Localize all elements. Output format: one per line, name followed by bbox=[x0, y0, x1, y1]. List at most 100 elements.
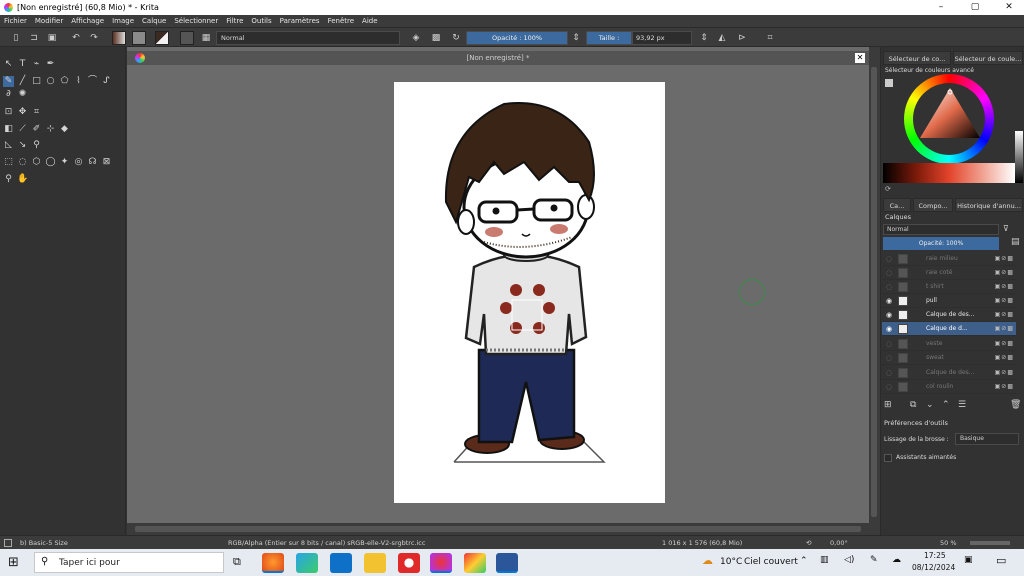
rect-select-icon[interactable]: ⬚ bbox=[3, 157, 14, 168]
size-value-field[interactable]: 93,92 px bbox=[632, 31, 692, 45]
color-history-strip[interactable] bbox=[883, 163, 1015, 183]
menu-fichier[interactable]: Fichier bbox=[0, 17, 31, 25]
polyline-tool-icon[interactable]: ⌇ bbox=[73, 76, 84, 87]
layer-lock-icons[interactable]: ▣⊘▩ bbox=[984, 380, 1014, 394]
zoom-tool-icon[interactable]: ⚲ bbox=[3, 174, 14, 185]
menu-filtre[interactable]: Filtre bbox=[222, 17, 247, 25]
paint-icon[interactable] bbox=[464, 553, 486, 573]
blend-mode-select[interactable]: Normal bbox=[216, 31, 400, 45]
file-explorer-icon[interactable] bbox=[364, 553, 386, 573]
measure-tool-icon[interactable]: ↘ bbox=[17, 140, 28, 151]
rotation-value[interactable]: 0,00° bbox=[830, 536, 848, 550]
gradient-swatch[interactable] bbox=[112, 31, 126, 45]
bezier-select-icon[interactable]: ☊ bbox=[87, 157, 98, 168]
crop-tool-icon[interactable]: ⌗ bbox=[31, 107, 42, 118]
pan-tool-icon[interactable]: ✋ bbox=[17, 174, 28, 185]
ellipse-tool-icon[interactable]: ○ bbox=[45, 76, 56, 87]
color-settings-icon[interactable] bbox=[885, 79, 893, 87]
menu-image[interactable]: Image bbox=[108, 17, 138, 25]
edit-shapes-icon[interactable]: ⌁ bbox=[31, 59, 42, 70]
magnetic-checkbox[interactable] bbox=[884, 454, 892, 462]
duplicate-layer-icon[interactable]: ⧉ bbox=[910, 400, 916, 410]
colorize-mask-icon[interactable]: ✐ bbox=[31, 124, 42, 135]
pen-icon[interactable]: ✎ bbox=[870, 555, 878, 565]
visibility-off-icon[interactable]: ◌ bbox=[885, 366, 893, 380]
layer-row-selected[interactable]: ◉ Calque de d... ▣⊘▩ bbox=[882, 322, 1016, 336]
tab-undo-history[interactable]: Historique d'annu... bbox=[955, 198, 1023, 212]
layer-row[interactable]: ◌ col roulin ▣⊘▩ bbox=[882, 380, 1016, 394]
move-tool-icon[interactable]: ✥ bbox=[17, 107, 28, 118]
opacity-slider[interactable]: Opacité : 100% bbox=[466, 31, 568, 45]
preserve-alpha-icon[interactable]: ▩ bbox=[430, 32, 442, 44]
size-stepper[interactable]: ⇕ bbox=[698, 32, 710, 44]
multibrush-icon[interactable]: ✺ bbox=[17, 89, 28, 100]
freehand-select-icon[interactable]: ◯ bbox=[45, 157, 56, 168]
menu-selectionner[interactable]: Sélectionner bbox=[170, 17, 222, 25]
weather-temp[interactable]: 10°C bbox=[720, 557, 742, 567]
firefox-icon[interactable] bbox=[262, 553, 284, 573]
layer-lock-icons[interactable]: ▣⊘▩ bbox=[984, 308, 1014, 322]
weather-desc[interactable]: Ciel couvert bbox=[744, 557, 798, 567]
rotation-icon[interactable]: ⟲ bbox=[806, 536, 811, 550]
text-tool-icon[interactable]: T bbox=[17, 59, 28, 70]
filter-icon[interactable]: ⊽ bbox=[1003, 224, 1009, 233]
visibility-on-icon[interactable]: ◉ bbox=[885, 322, 893, 336]
visibility-off-icon[interactable]: ◌ bbox=[885, 351, 893, 365]
layer-row[interactable]: ◉ Calque de des... ▣⊘▩ bbox=[882, 308, 1016, 322]
menu-outils[interactable]: Outils bbox=[247, 17, 275, 25]
layer-lock-icons[interactable]: ▣⊘▩ bbox=[984, 280, 1014, 294]
brush-preset-icon[interactable] bbox=[180, 31, 194, 45]
palette-icon[interactable]: ⟳ bbox=[885, 185, 891, 193]
start-windows-icon[interactable]: ⊞ bbox=[8, 555, 19, 570]
brush-settings-icon[interactable]: ▦ bbox=[200, 32, 212, 44]
add-layer-icon[interactable]: ⊞ bbox=[884, 400, 892, 410]
reference-tool-icon[interactable]: ⚲ bbox=[31, 140, 42, 151]
mirror-horizontal-icon[interactable]: ◭ bbox=[716, 32, 728, 44]
contiguous-select-icon[interactable]: ✦ bbox=[59, 157, 70, 168]
gradient-tool-icon[interactable]: ◧ bbox=[3, 124, 14, 135]
vertical-scrollbar[interactable] bbox=[869, 47, 880, 535]
magnetic-select-icon[interactable]: ⊠ bbox=[101, 157, 112, 168]
menu-modifier[interactable]: Modifier bbox=[31, 17, 67, 25]
rectangle-tool-icon[interactable]: □ bbox=[31, 76, 42, 87]
assistant-tool-icon[interactable]: ◺ bbox=[3, 140, 14, 151]
delete-layer-icon[interactable]: 🗑 bbox=[1010, 400, 1021, 410]
edge-icon[interactable] bbox=[296, 553, 318, 573]
redo-icon[interactable]: ↷ bbox=[88, 32, 100, 44]
layer-lock-icons[interactable]: ▣⊘▩ bbox=[984, 366, 1014, 380]
layer-lock-icons[interactable]: ▣⊘▩ bbox=[984, 266, 1014, 280]
volume-icon[interactable]: ◁) bbox=[844, 555, 854, 565]
zoom-value[interactable]: 50 % bbox=[940, 536, 957, 550]
layer-row[interactable]: ◌ raie coté ▣⊘▩ bbox=[882, 266, 1016, 280]
undo-icon[interactable]: ↶ bbox=[70, 32, 82, 44]
color-picker-icon[interactable]: ⟋ bbox=[17, 124, 28, 135]
krita-taskbar-icon[interactable] bbox=[430, 553, 452, 573]
layer-row[interactable]: ◌ veste ▣⊘▩ bbox=[882, 337, 1016, 351]
value-slider[interactable] bbox=[1015, 131, 1023, 183]
tab-layers[interactable]: Ca... bbox=[883, 198, 911, 212]
minimize-button[interactable]: – bbox=[926, 0, 956, 15]
task-view-icon[interactable]: ⧉ bbox=[233, 555, 241, 569]
taskbar-search-box[interactable]: ⚲ Taper ici pour bbox=[34, 552, 224, 573]
reload-preset-icon[interactable]: ↻ bbox=[450, 32, 462, 44]
hue-ring[interactable] bbox=[904, 74, 994, 164]
bezier-tool-icon[interactable]: ⌒ bbox=[87, 76, 98, 87]
menu-parametres[interactable]: Paramètres bbox=[276, 17, 324, 25]
smart-patch-icon[interactable]: ⊹ bbox=[45, 124, 56, 135]
visibility-off-icon[interactable]: ◌ bbox=[885, 337, 893, 351]
app-tray-icon[interactable]: ▣ bbox=[964, 555, 973, 565]
pattern-swatch[interactable] bbox=[132, 31, 146, 45]
drawing-canvas[interactable] bbox=[394, 82, 665, 503]
close-document-button[interactable]: ✕ bbox=[855, 53, 865, 63]
visibility-off-icon[interactable]: ◌ bbox=[885, 252, 893, 266]
new-document-icon[interactable]: ▯ bbox=[10, 32, 22, 44]
tray-chevron-icon[interactable]: ⌃ bbox=[800, 556, 808, 566]
smoothing-select[interactable]: Basique bbox=[955, 433, 1019, 445]
visibility-off-icon[interactable]: ◌ bbox=[885, 266, 893, 280]
visibility-off-icon[interactable]: ◌ bbox=[885, 380, 893, 394]
save-icon[interactable]: ▣ bbox=[46, 32, 58, 44]
menu-aide[interactable]: Aide bbox=[358, 17, 381, 25]
dynamic-brush-icon[interactable]: ∂ bbox=[3, 89, 14, 100]
open-folder-icon[interactable]: ⊐ bbox=[28, 32, 40, 44]
tab-color-selector-2[interactable]: Sélecteur de coule... bbox=[953, 51, 1023, 65]
